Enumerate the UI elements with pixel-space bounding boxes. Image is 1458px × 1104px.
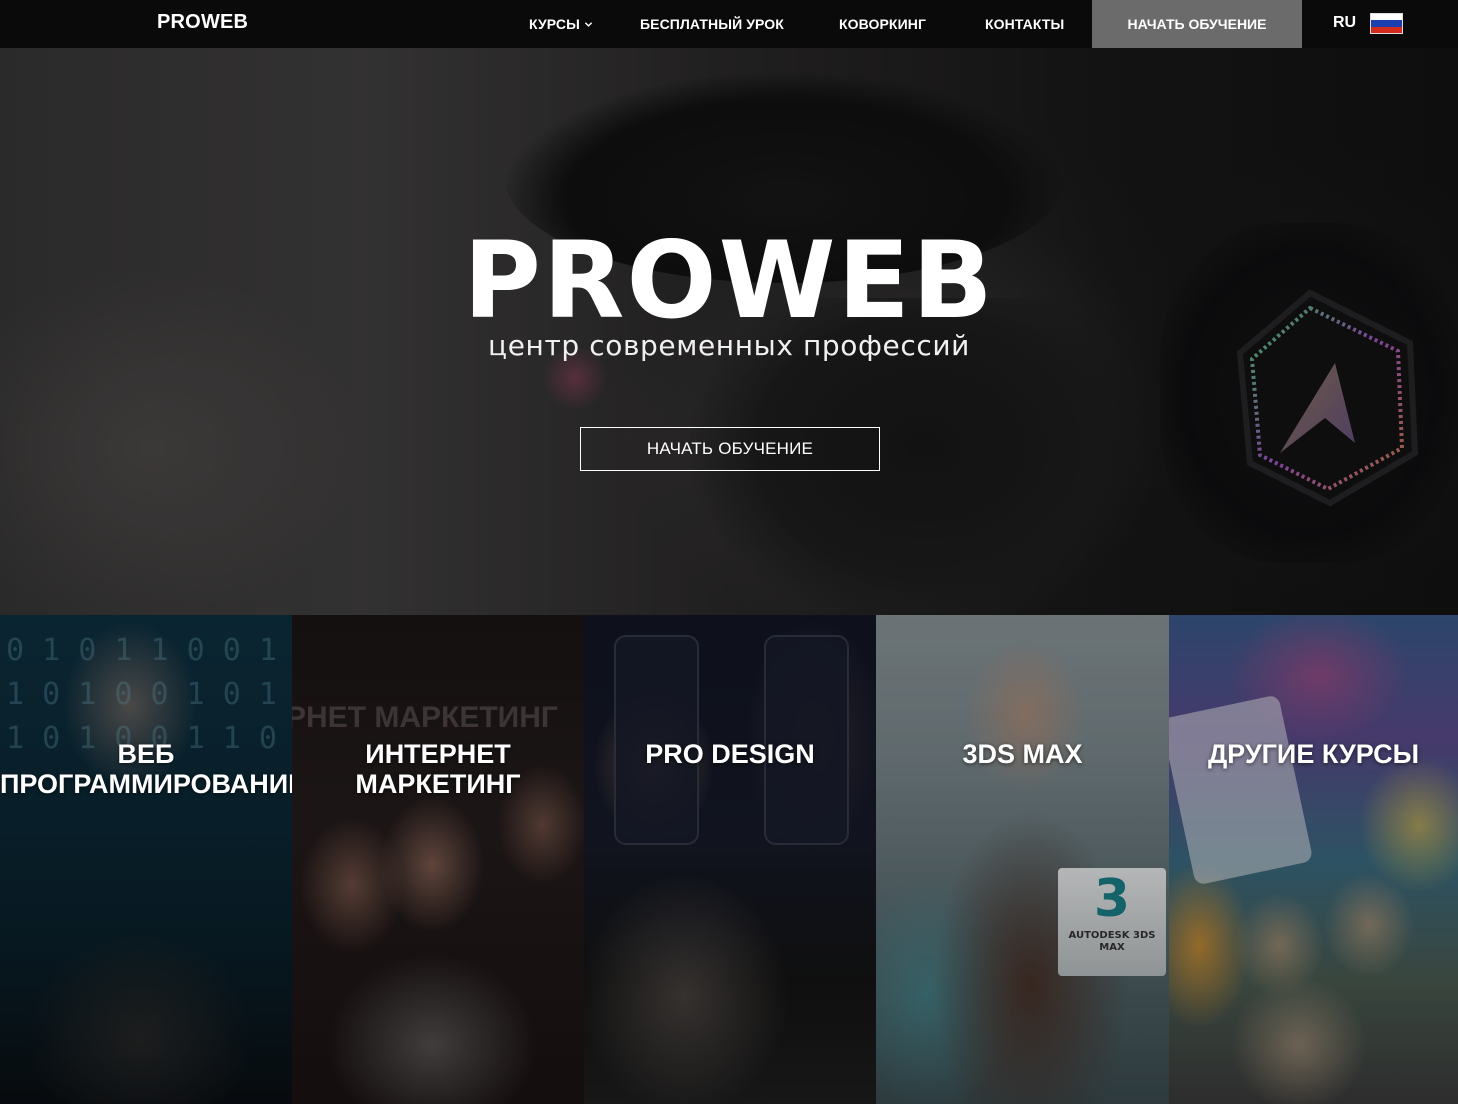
language-selector[interactable]: RU xyxy=(1333,14,1356,32)
nav-courses-label: КУРСЫ xyxy=(529,16,580,32)
chevron-down-icon xyxy=(584,21,593,27)
hero-banner: PROWEB центр современных профессий НАЧАТ… xyxy=(0,48,1458,615)
nav-coworking[interactable]: КОВОРКИНГ xyxy=(839,16,926,32)
course-title: PRO DESIGN xyxy=(645,739,815,769)
course-tile-internet-marketing[interactable]: РНЕТ МАРКЕТИНГ ИНТЕРНЕТ МАРКЕТИНГ xyxy=(292,615,584,1104)
course-tile-3ds-max[interactable]: 3 AUTODESK 3DS MAX 3DS MAX xyxy=(876,615,1169,1104)
course-tile-web-programming[interactable]: 0 1 0 1 1 0 0 1 1 0 1 0 0 1 0 1 1 0 1 0 … xyxy=(0,615,292,1104)
tile-overlay xyxy=(292,615,584,1104)
nav-courses-dropdown[interactable]: КУРСЫ xyxy=(529,16,593,32)
nav-start-learning-button[interactable]: НАЧАТЬ ОБУЧЕНИЕ xyxy=(1092,0,1302,48)
course-title: 3DS MAX xyxy=(962,739,1083,769)
course-title: ВЕБ ПРОГРАММИРОВАНИЕ xyxy=(0,739,292,799)
nav-contacts[interactable]: КОНТАКТЫ xyxy=(985,16,1064,32)
tile-overlay xyxy=(584,615,876,1104)
top-navbar: PROWEB КУРСЫ БЕСПЛАТНЫЙ УРОК КОВОРКИНГ К… xyxy=(0,0,1458,48)
russia-flag-icon[interactable] xyxy=(1370,13,1403,34)
course-title: ИНТЕРНЕТ МАРКЕТИНГ xyxy=(355,739,521,799)
course-title: ДРУГИЕ КУРСЫ xyxy=(1207,739,1420,769)
hero-title: PROWEB xyxy=(463,219,995,342)
tile-overlay xyxy=(0,615,292,1104)
course-tiles: 0 1 0 1 1 0 0 1 1 0 1 0 0 1 0 1 1 0 1 0 … xyxy=(0,615,1458,1104)
hero-subtitle: центр современных профессий xyxy=(488,329,970,362)
course-tile-pro-design[interactable]: PRO DESIGN xyxy=(584,615,876,1104)
site-logo[interactable]: PROWEB xyxy=(157,11,248,34)
tile-overlay xyxy=(876,615,1169,1104)
course-tile-other-courses[interactable]: ДРУГИЕ КУРСЫ xyxy=(1169,615,1458,1104)
hero-start-learning-button[interactable]: НАЧАТЬ ОБУЧЕНИЕ xyxy=(580,427,880,471)
nav-free-lesson[interactable]: БЕСПЛАТНЫЙ УРОК xyxy=(640,16,784,32)
tile-overlay xyxy=(1169,615,1458,1104)
